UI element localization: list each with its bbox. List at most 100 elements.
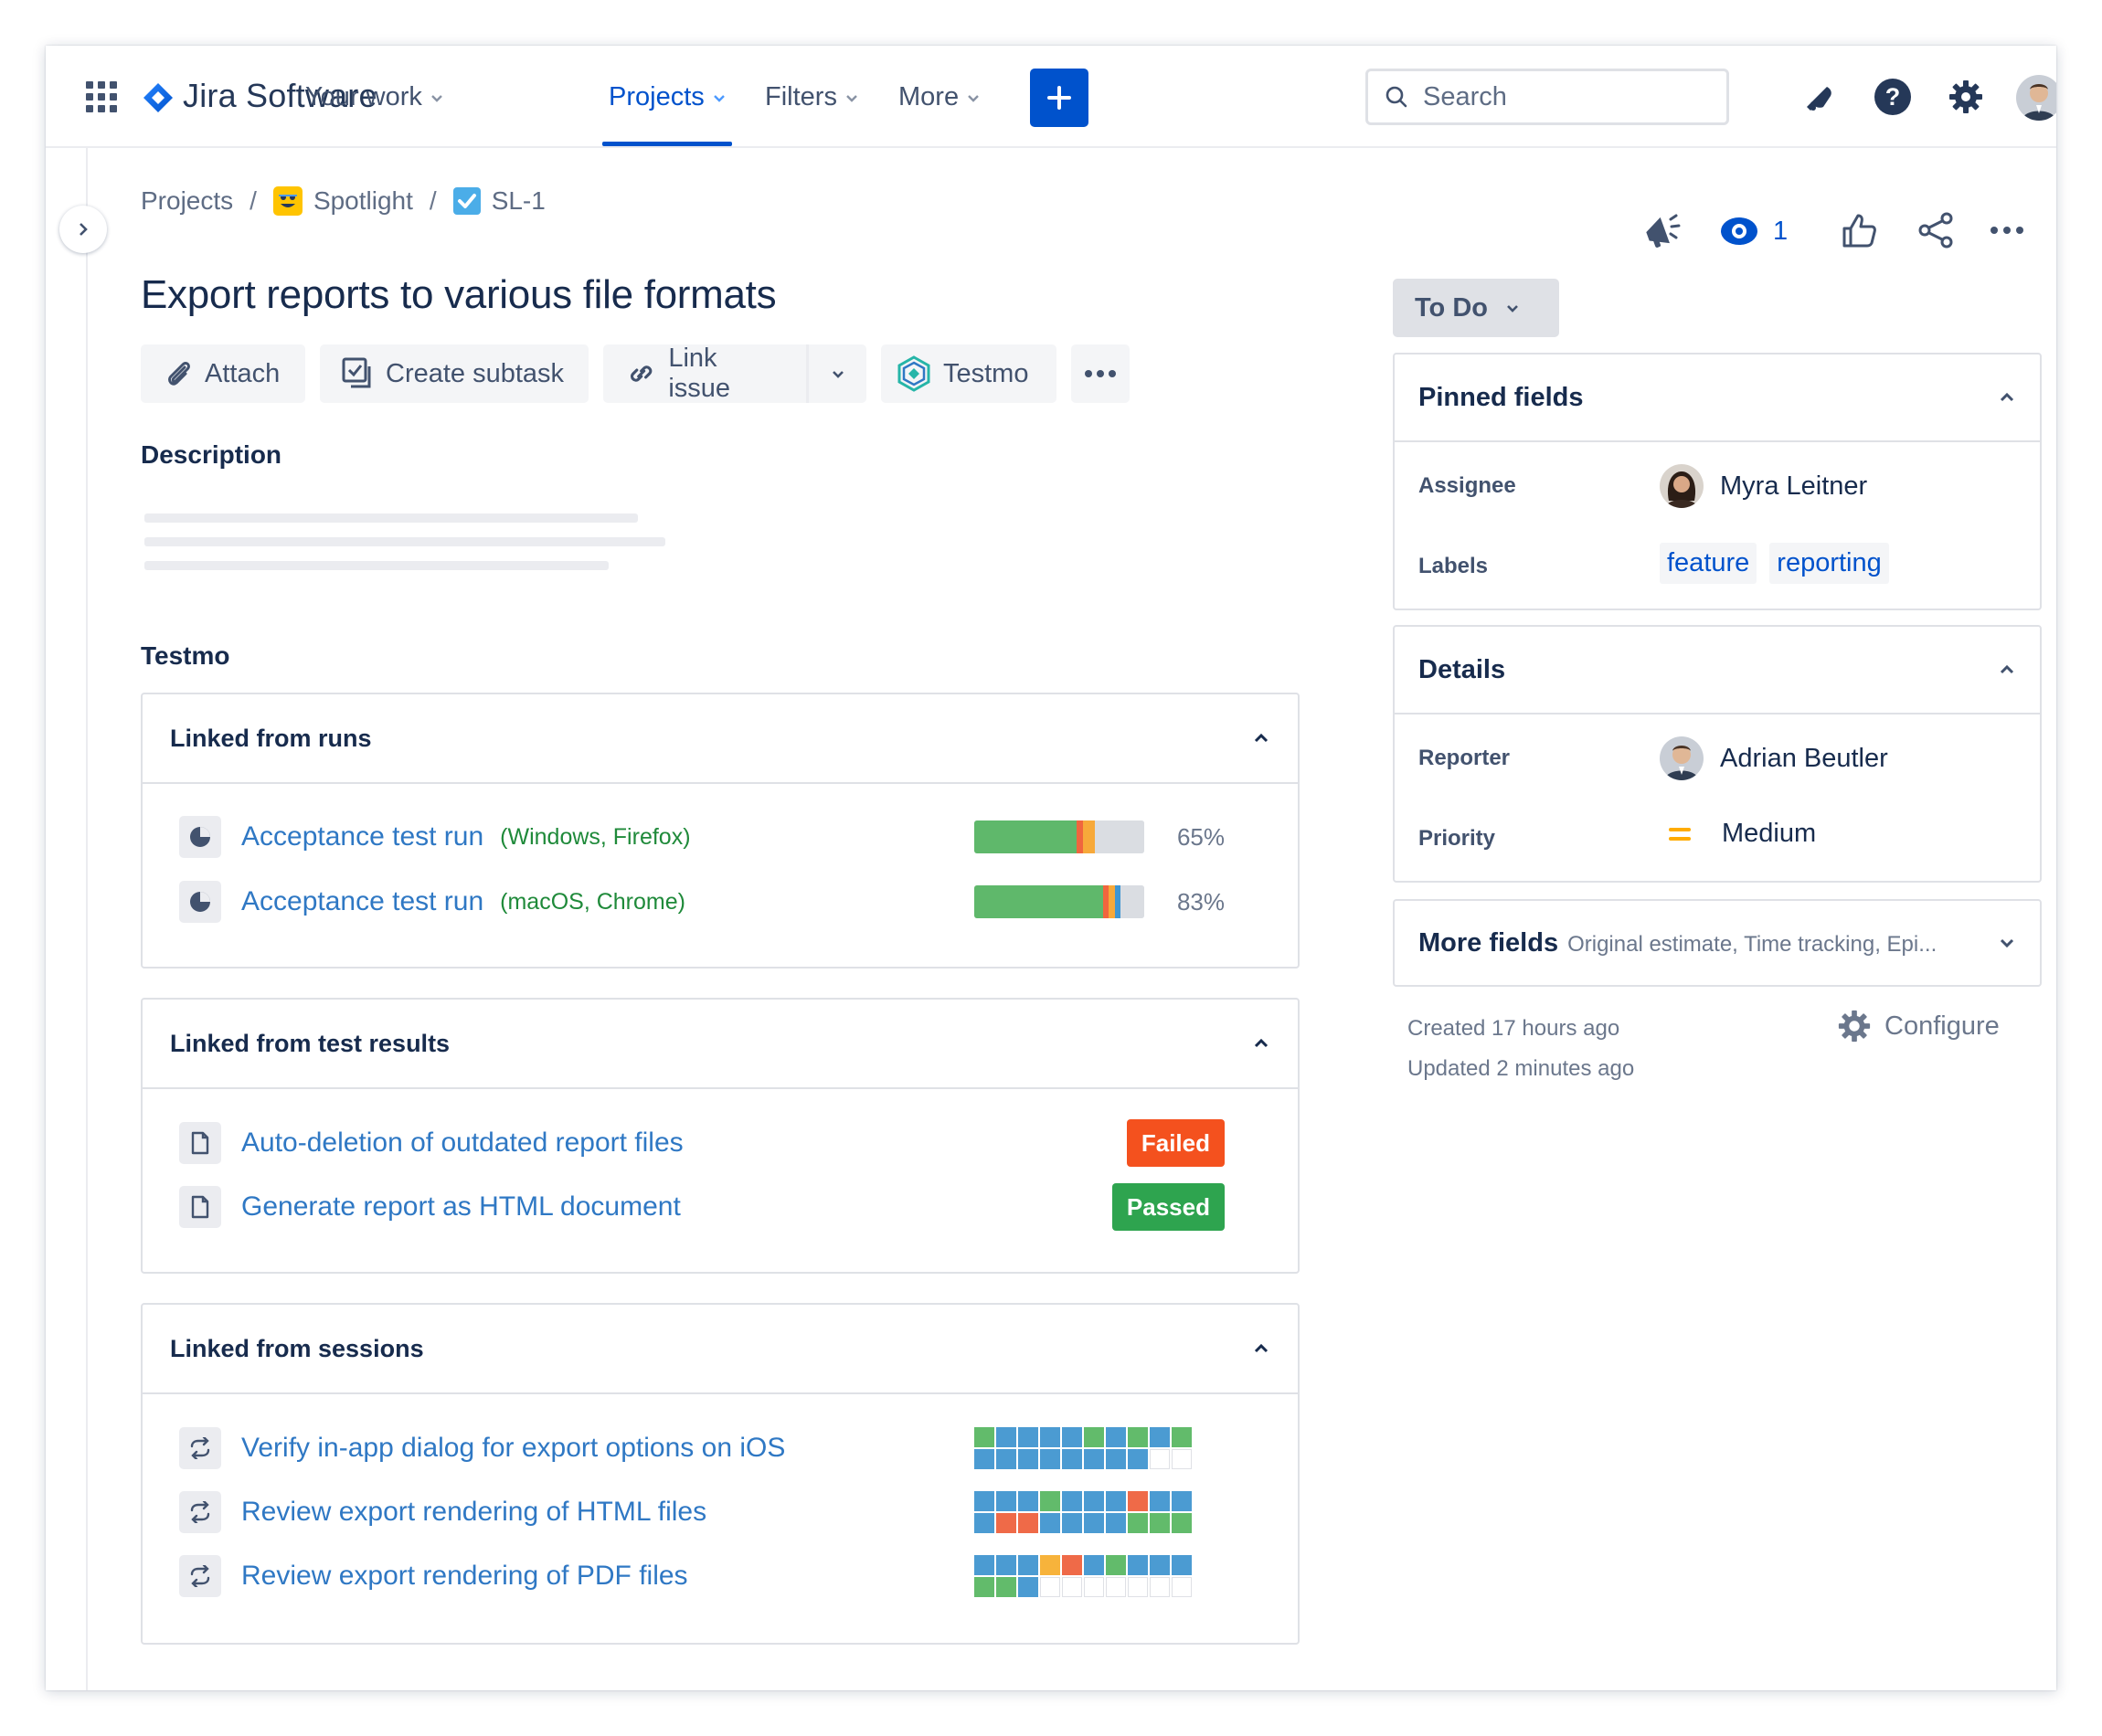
issue-title[interactable]: Export reports to various file formats	[141, 272, 777, 318]
linked-runs-panel: Linked from runs Acceptance test run (Wi…	[141, 693, 1300, 969]
session-grid-cell	[1150, 1513, 1170, 1533]
more-fields-header[interactable]: More fields Original estimate, Time trac…	[1395, 901, 2040, 985]
session-name[interactable]: Review export rendering of HTML files	[241, 1497, 706, 1528]
session-grid-cell	[1106, 1577, 1126, 1597]
reporter-field[interactable]: Adrian Beutler	[1660, 736, 1888, 780]
session-activity-grid	[974, 1427, 1192, 1469]
jira-logo-icon[interactable]	[143, 82, 174, 113]
nav-your-work[interactable]: Your work	[305, 82, 444, 112]
chevron-up-icon[interactable]	[1998, 388, 2016, 407]
created-timestamp: Created 17 hours ago	[1407, 1016, 1620, 1041]
gear-icon	[1838, 1010, 1871, 1043]
details-header[interactable]: Details	[1395, 627, 2040, 713]
search-input[interactable]	[1421, 80, 1699, 113]
like-icon[interactable]	[1839, 210, 1879, 255]
notifications-icon[interactable]	[1800, 77, 1841, 117]
status-dropdown[interactable]: To Do	[1393, 279, 1559, 337]
task-type-icon	[452, 187, 481, 215]
priority-field[interactable]: Medium	[1667, 819, 1816, 849]
watch-button[interactable]: 1	[1720, 212, 1788, 250]
linked-results-header[interactable]: Linked from test results	[143, 1000, 1298, 1089]
session-name[interactable]: Verify in-app dialog for export options …	[241, 1433, 785, 1464]
pinned-fields-panel: Pinned fields Assignee Myra Leitner Labe…	[1393, 353, 2042, 610]
chevron-down-icon	[832, 371, 844, 378]
session-row[interactable]: Review export rendering of PDF files	[179, 1553, 1261, 1599]
breadcrumb-issue[interactable]: SL-1	[452, 186, 546, 216]
session-grid-cell	[996, 1491, 1016, 1511]
link-issue-dropdown[interactable]	[809, 365, 866, 382]
create-subtask-button[interactable]: Create subtask	[320, 344, 589, 403]
session-row[interactable]: Review export rendering of HTML files	[179, 1489, 1261, 1535]
progress-segment-passed	[974, 885, 1104, 918]
nav-filters[interactable]: Filters	[765, 82, 859, 112]
pinned-fields-header[interactable]: Pinned fields	[1395, 355, 2040, 440]
link-issue-button[interactable]: Link issue	[603, 344, 810, 403]
linked-runs-header[interactable]: Linked from runs	[143, 694, 1298, 784]
result-row[interactable]: Generate report as HTML document Passed	[179, 1183, 1261, 1231]
chevron-down-icon	[846, 94, 857, 102]
chevron-up-icon[interactable]	[1252, 1034, 1270, 1053]
settings-gear-icon[interactable]	[1946, 77, 1986, 117]
session-name[interactable]: Review export rendering of PDF files	[241, 1561, 688, 1592]
expand-sidebar-button[interactable]	[59, 206, 107, 253]
reporter-name: Adrian Beutler	[1720, 743, 1888, 773]
result-row[interactable]: Auto-deletion of outdated report files F…	[179, 1119, 1261, 1167]
session-grid-cell	[1150, 1577, 1170, 1597]
session-grid-cell	[1062, 1491, 1082, 1511]
document-icon	[179, 1186, 221, 1228]
more-fields-heading: More fields Original estimate, Time trac…	[1418, 928, 1937, 958]
nav-projects[interactable]: Projects	[609, 82, 727, 112]
session-grid-cell	[974, 1577, 994, 1597]
issue-action-bar: Attach Create subtask Link issue Testmo	[141, 344, 1130, 403]
description-placeholder-line[interactable]	[144, 513, 638, 523]
run-row[interactable]: Acceptance test run (Windows, Firefox) 6…	[179, 814, 1261, 860]
help-icon[interactable]: ?	[1873, 77, 1913, 117]
more-toolbar-button[interactable]	[1071, 344, 1130, 403]
create-button[interactable]	[1030, 69, 1088, 127]
testmo-button[interactable]: Testmo	[881, 344, 1056, 403]
linked-sessions-header[interactable]: Linked from sessions	[143, 1305, 1298, 1394]
session-grid-cell	[974, 1555, 994, 1575]
run-percent: 65%	[1176, 822, 1225, 851]
session-grid-cell	[996, 1555, 1016, 1575]
description-heading: Description	[141, 440, 282, 469]
run-name[interactable]: Acceptance test run	[241, 886, 483, 917]
label-tag[interactable]: reporting	[1769, 543, 1889, 584]
session-grid-cell	[996, 1577, 1016, 1597]
eye-icon	[1721, 217, 1757, 245]
breadcrumb-project[interactable]: Spotlight	[272, 186, 413, 216]
more-fields-panel[interactable]: More fields Original estimate, Time trac…	[1393, 899, 2042, 987]
description-placeholder-line[interactable]	[144, 537, 665, 546]
session-row[interactable]: Verify in-app dialog for export options …	[179, 1425, 1261, 1471]
run-config: (Windows, Firefox)	[500, 823, 691, 850]
session-cycle-icon	[179, 1491, 221, 1533]
session-grid-cell	[1040, 1491, 1060, 1511]
chevron-up-icon[interactable]	[1252, 1339, 1270, 1358]
configure-button[interactable]: Configure	[1837, 1009, 2000, 1043]
session-grid-cell	[1150, 1491, 1170, 1511]
search-field[interactable]	[1365, 69, 1729, 125]
breadcrumb: Projects / Spotlight / SL-1	[141, 186, 546, 216]
description-placeholder-line[interactable]	[144, 561, 609, 570]
more-actions-icon[interactable]	[1989, 221, 2025, 244]
session-grid-cell	[1040, 1577, 1060, 1597]
label-tag[interactable]: feature	[1660, 543, 1757, 584]
app-switcher-icon[interactable]	[86, 81, 117, 112]
profile-avatar[interactable]	[2016, 75, 2056, 121]
chevron-down-icon[interactable]	[1998, 934, 2016, 952]
assignee-field[interactable]: Myra Leitner	[1660, 464, 1867, 508]
reporter-label: Reporter	[1418, 746, 1511, 770]
share-icon[interactable]	[1916, 210, 1956, 255]
chevron-up-icon[interactable]	[1998, 661, 2016, 679]
result-name[interactable]: Generate report as HTML document	[241, 1191, 681, 1223]
top-navigation: Jira Software Your work Projects Filters…	[46, 46, 2056, 148]
attach-button[interactable]: Attach	[141, 344, 305, 403]
run-row[interactable]: Acceptance test run (macOS, Chrome) 83%	[179, 879, 1261, 925]
feedback-megaphone-icon[interactable]	[1641, 210, 1683, 257]
breadcrumb-projects[interactable]: Projects	[141, 186, 233, 216]
chevron-up-icon[interactable]	[1252, 729, 1270, 747]
run-config: (macOS, Chrome)	[500, 888, 685, 915]
run-name[interactable]: Acceptance test run	[241, 821, 483, 852]
result-name[interactable]: Auto-deletion of outdated report files	[241, 1127, 684, 1159]
nav-more[interactable]: More	[898, 82, 981, 112]
